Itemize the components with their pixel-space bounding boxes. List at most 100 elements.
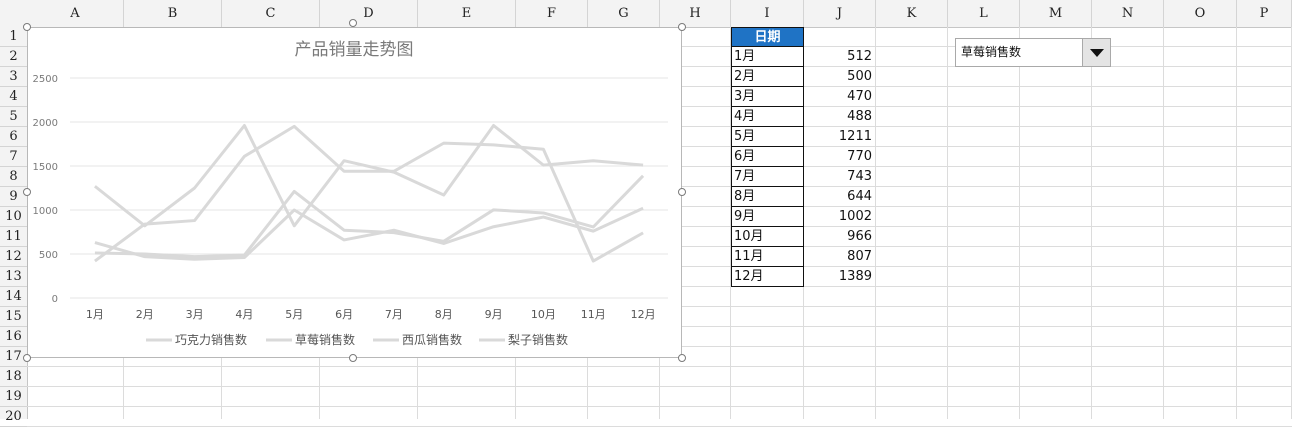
- column-header-p[interactable]: P: [1237, 0, 1292, 27]
- table-month-cell[interactable]: 5月: [731, 127, 804, 147]
- chart-area[interactable]: 产品销量走势图 0 500 1000 1500 2000 2500 1月 2月 3月 4月 5月 6月…: [27, 27, 682, 358]
- column-header-h[interactable]: H: [660, 0, 731, 27]
- legend-label: 梨子销售数: [508, 332, 568, 347]
- data-table: 日期 1月 512 2月 500 3月 470 4月 488 5月 1211 6月 770 7月 743 8…: [731, 27, 872, 287]
- table-value-cell[interactable]: 500: [803, 67, 875, 87]
- column-header-bar: ABCDEFGHIJKLMNOP: [0, 0, 1292, 28]
- table-value-cell[interactable]: 1389: [803, 267, 875, 287]
- x-tick-label: 3月: [186, 308, 204, 321]
- row-header-5[interactable]: 5: [0, 107, 27, 127]
- column-header-a[interactable]: A: [27, 0, 124, 27]
- series-line-3[interactable]: [94, 124, 644, 263]
- row-header-3[interactable]: 3: [0, 67, 27, 87]
- column-header-n[interactable]: N: [1092, 0, 1164, 27]
- table-value-cell[interactable]: 512: [803, 47, 875, 67]
- column-header-e[interactable]: E: [418, 0, 516, 27]
- grid-row-line: [27, 386, 1292, 387]
- resize-handle[interactable]: [23, 188, 31, 196]
- column-header-g[interactable]: G: [588, 0, 660, 27]
- table-value-cell[interactable]: 966: [803, 227, 875, 247]
- table-month-cell[interactable]: 12月: [731, 267, 804, 287]
- x-tick-label: 2月: [136, 308, 154, 321]
- row-header-19[interactable]: 19: [0, 387, 27, 407]
- column-header-j[interactable]: J: [804, 0, 876, 27]
- table-value-cell[interactable]: 743: [803, 167, 875, 187]
- row-header-16[interactable]: 16: [0, 327, 27, 347]
- x-tick-label: 4月: [235, 308, 253, 321]
- x-tick-label: 10月: [531, 308, 556, 321]
- column-header-f[interactable]: F: [516, 0, 588, 27]
- resize-handle[interactable]: [678, 23, 686, 31]
- table-month-cell[interactable]: 8月: [731, 187, 804, 207]
- table-month-cell[interactable]: 3月: [731, 87, 804, 107]
- y-tick-label: 2000: [33, 118, 58, 129]
- column-header-l[interactable]: L: [948, 0, 1020, 27]
- row-header-14[interactable]: 14: [0, 287, 27, 307]
- column-header-d[interactable]: D: [320, 0, 418, 27]
- row-header-20[interactable]: 20: [0, 407, 27, 427]
- table-value-cell[interactable]: 1211: [803, 127, 875, 147]
- series-line-1[interactable]: [93, 124, 644, 228]
- resize-handle[interactable]: [23, 354, 31, 362]
- resize-handle[interactable]: [349, 19, 357, 27]
- row-header-12[interactable]: 12: [0, 247, 27, 267]
- dropdown-selected-value: 草莓销售数: [961, 45, 1022, 59]
- row-header-15[interactable]: 15: [0, 307, 27, 327]
- table-value-cell[interactable]: 1002: [803, 207, 875, 227]
- row-header-4[interactable]: 4: [0, 87, 27, 107]
- row-header-13[interactable]: 13: [0, 267, 27, 287]
- row-header-18[interactable]: 18: [0, 367, 27, 387]
- table-month-cell[interactable]: 10月: [731, 227, 804, 247]
- x-tick-label: 11月: [581, 308, 606, 321]
- row-header-7[interactable]: 7: [0, 147, 27, 167]
- resize-handle[interactable]: [678, 354, 686, 362]
- table-month-cell[interactable]: 1月: [731, 47, 804, 67]
- x-tick-label: 9月: [485, 308, 503, 321]
- y-tick-label: 0: [52, 294, 58, 305]
- y-tick-label: 1500: [33, 162, 58, 173]
- column-header-m[interactable]: M: [1020, 0, 1092, 27]
- table-month-cell[interactable]: 11月: [731, 247, 804, 267]
- column-header-c[interactable]: C: [222, 0, 320, 27]
- y-tick-label: 500: [39, 250, 58, 261]
- column-header-o[interactable]: O: [1164, 0, 1237, 27]
- x-tick-label: 6月: [335, 308, 353, 321]
- x-tick-label: 8月: [435, 308, 453, 321]
- chart-title: 产品销量走势图: [295, 40, 414, 60]
- chevron-down-icon: [1090, 49, 1104, 57]
- table-month-cell[interactable]: 7月: [731, 167, 804, 187]
- series-line-4[interactable]: [94, 206, 644, 261]
- table-value-cell[interactable]: 488: [803, 107, 875, 127]
- table-month-cell[interactable]: 2月: [731, 67, 804, 87]
- resize-handle[interactable]: [23, 23, 31, 31]
- legend-label: 巧克力销售数: [175, 332, 247, 347]
- resize-handle[interactable]: [349, 354, 357, 362]
- dropdown-button[interactable]: [1082, 39, 1110, 66]
- grid-row-line: [27, 366, 1292, 367]
- legend-label: 草莓销售数: [295, 332, 355, 347]
- column-header-i[interactable]: I: [731, 0, 804, 27]
- resize-handle[interactable]: [678, 188, 686, 196]
- row-header-6[interactable]: 6: [0, 127, 27, 147]
- column-header-b[interactable]: B: [124, 0, 222, 27]
- table-month-cell[interactable]: 4月: [731, 107, 804, 127]
- grid-row-line: [27, 406, 1292, 407]
- row-header-2[interactable]: 2: [0, 47, 27, 67]
- y-tick-label: 2500: [33, 74, 58, 85]
- row-header-10[interactable]: 10: [0, 207, 27, 227]
- x-tick-label: 5月: [285, 308, 303, 321]
- x-tick-label: 12月: [631, 308, 656, 321]
- table-header-date[interactable]: 日期: [731, 27, 804, 47]
- row-header-8[interactable]: 8: [0, 167, 27, 187]
- series-selector-dropdown[interactable]: 草莓销售数: [955, 38, 1111, 67]
- row-header-11[interactable]: 11: [0, 227, 27, 247]
- table-value-cell[interactable]: 807: [803, 247, 875, 267]
- table-month-cell[interactable]: 6月: [731, 147, 804, 167]
- legend-label: 西瓜销售数: [402, 332, 462, 347]
- table-month-cell[interactable]: 9月: [731, 207, 804, 227]
- row-header-1[interactable]: 1: [0, 27, 27, 47]
- table-value-cell[interactable]: 470: [803, 87, 875, 107]
- column-header-k[interactable]: K: [876, 0, 948, 27]
- table-value-cell[interactable]: 644: [803, 187, 875, 207]
- table-value-cell[interactable]: 770: [803, 147, 875, 167]
